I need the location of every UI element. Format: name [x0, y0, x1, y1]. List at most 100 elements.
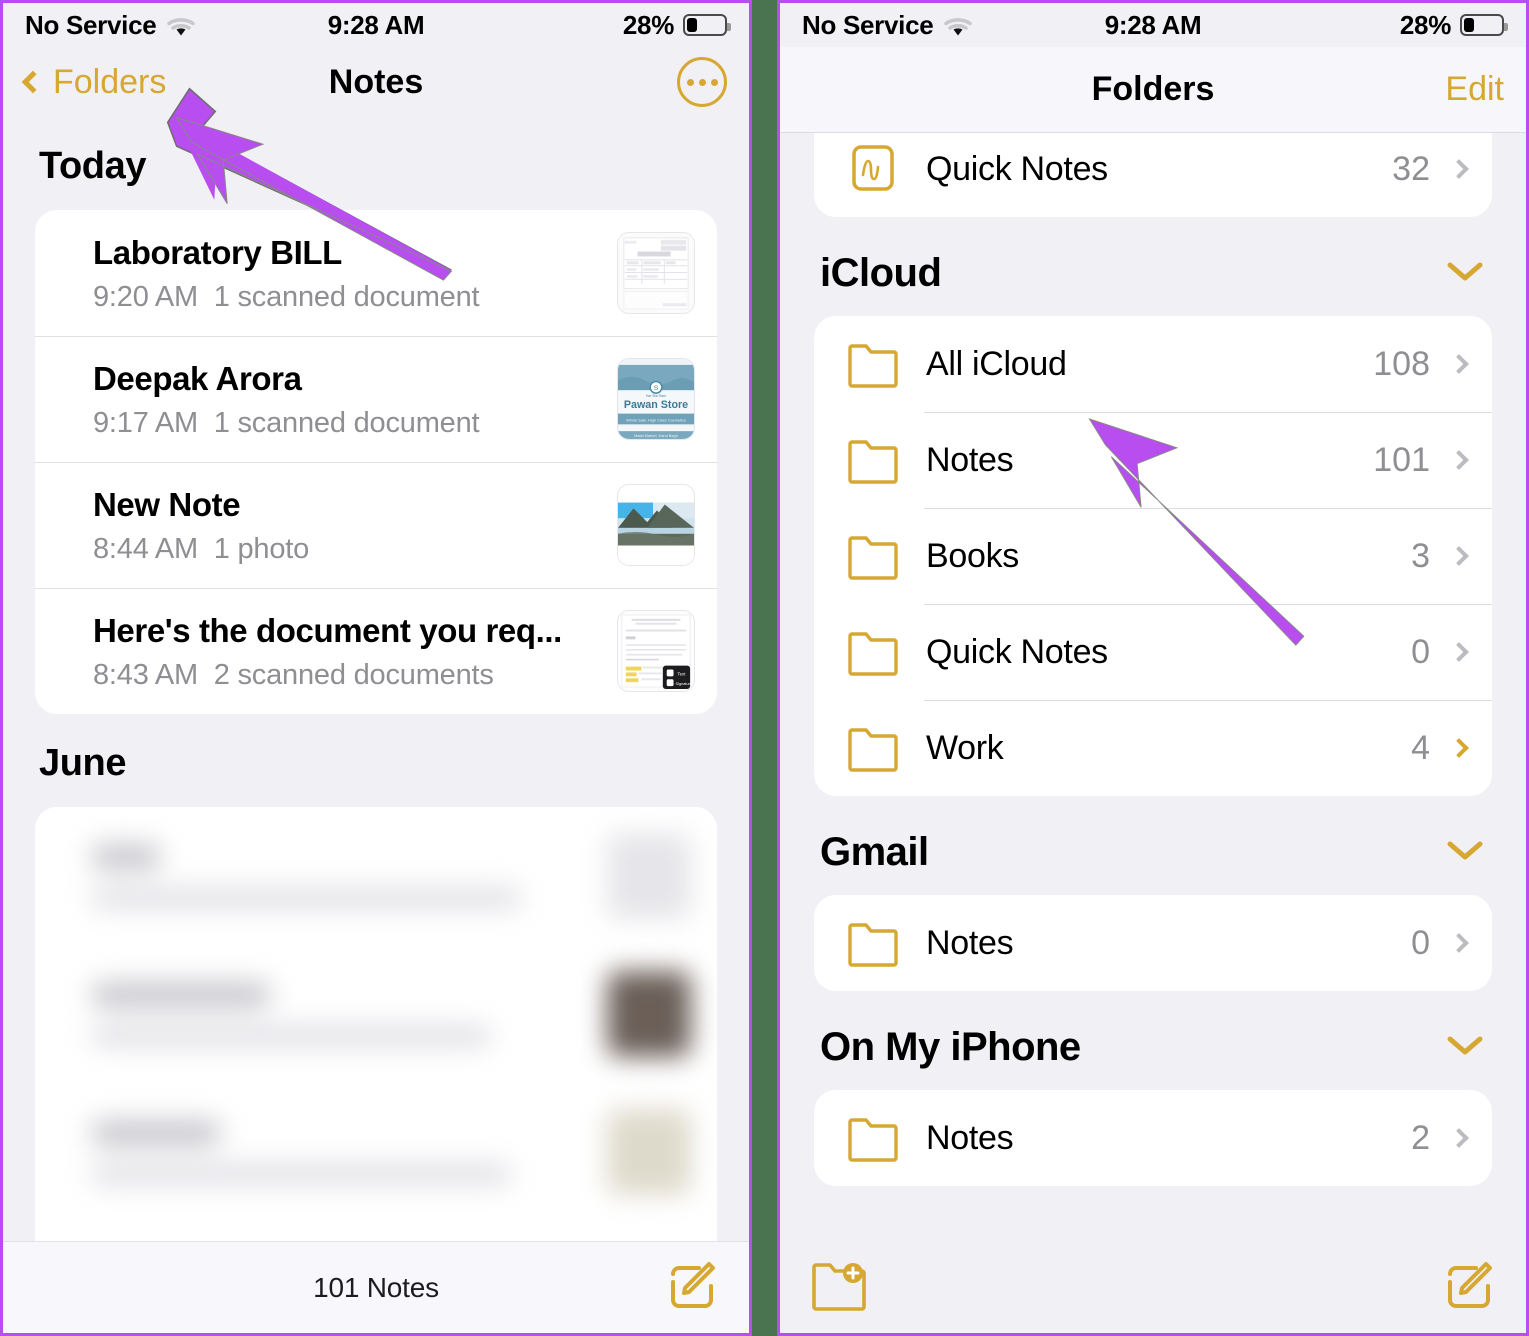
- folder-label: Books: [926, 536, 1019, 575]
- new-folder-icon[interactable]: [810, 1259, 868, 1316]
- folder-icon: [846, 919, 900, 967]
- notes-scroll-area[interactable]: Today Laboratory BILL 9:20 AM 1 scanned …: [3, 117, 749, 1247]
- group-header-gmail[interactable]: Gmail: [780, 796, 1526, 895]
- chevron-right-icon: [1449, 354, 1469, 374]
- chevron-down-icon[interactable]: [1444, 1032, 1486, 1063]
- folder-row-notes[interactable]: Notes 0: [814, 895, 1492, 991]
- folders-card-icloud: All iCloud 108 Notes 101 Books 3 Quick N…: [814, 316, 1492, 796]
- chevron-right-icon: [1449, 546, 1469, 566]
- note-time: 8:43 AM: [93, 658, 198, 691]
- back-to-folders-button[interactable]: Folders: [21, 62, 167, 102]
- note-detail: 1 scanned document: [213, 280, 480, 313]
- compose-note-icon[interactable]: [1442, 1258, 1496, 1317]
- nav-bar-left: Folders Notes: [3, 47, 749, 117]
- folder-count: 2: [1411, 1118, 1430, 1157]
- folder-count: 0: [1411, 923, 1430, 962]
- patient-bill-scan-thumbnail: [617, 232, 695, 314]
- svg-text:Whole Sale: High Class Cosmeti: Whole Sale: High Class Cosmetics: [626, 417, 686, 422]
- svg-text:Signature: Signature: [675, 681, 692, 686]
- chevron-right-icon: [1449, 1128, 1469, 1148]
- folder-count: 32: [1392, 149, 1430, 188]
- group-header-icloud[interactable]: iCloud: [780, 217, 1526, 316]
- wifi-icon: [166, 14, 196, 36]
- note-list-item[interactable]: Laboratory BILL 9:20 AM 1 scanned docume…: [35, 210, 717, 336]
- folder-label: Notes: [926, 923, 1014, 962]
- note-detail: 1 photo: [213, 532, 310, 565]
- notes-card-june[interactable]: 12345: [35, 807, 717, 1247]
- group-header-on-my-iphone[interactable]: On My iPhone: [780, 991, 1526, 1090]
- folders-card-on-my-iphone: Notes 2: [814, 1090, 1492, 1186]
- note-detail: 2 scanned documents: [213, 658, 494, 691]
- quick-notes-card: Quick Notes 32: [814, 133, 1492, 217]
- status-bar-left: No Service 9:28 AM 28%: [3, 3, 749, 47]
- section-header-today: Today: [39, 145, 147, 187]
- battery-percent-label: 28%: [622, 9, 675, 40]
- list-item[interactable]: [35, 945, 717, 1083]
- chevron-left-icon: [21, 70, 45, 94]
- folder-label: All iCloud: [926, 344, 1067, 383]
- folder-label: Notes: [926, 440, 1014, 479]
- status-bar-right: No Service 9:28 AM 28%: [780, 3, 1526, 47]
- chevron-right-icon: [1449, 159, 1469, 179]
- pawan-store-scan-thumbnail: S Har Shri Ram Pawan Store Whole Sale: H…: [617, 358, 695, 440]
- battery-icon: [683, 14, 732, 36]
- group-title: Gmail: [820, 830, 929, 874]
- more-options-icon[interactable]: [677, 57, 727, 107]
- note-title: New Note: [93, 486, 241, 524]
- dual-phone-screenshot: No Service 9:28 AM 28% Folders Notes Tod…: [0, 0, 1529, 1336]
- folder-row-all-icloud[interactable]: All iCloud 108: [814, 316, 1492, 412]
- note-time: 9:17 AM: [93, 406, 198, 439]
- chevron-right-icon: [1449, 738, 1469, 758]
- section-header-june: June: [39, 742, 127, 784]
- page-title: Folders: [1091, 70, 1215, 108]
- note-detail: 1 scanned document: [213, 406, 480, 439]
- folder-row-notes[interactable]: Notes 101: [814, 412, 1492, 508]
- folder-row-work[interactable]: Work 4: [814, 700, 1492, 796]
- list-item[interactable]: [35, 1083, 717, 1221]
- folder-row-notes[interactable]: Notes 2: [814, 1090, 1492, 1186]
- folder-icon: [846, 1114, 900, 1162]
- folder-row-quick-notes[interactable]: Quick Notes 0: [814, 604, 1492, 700]
- chevron-down-icon[interactable]: [1444, 258, 1486, 289]
- svg-text:Pawan Store: Pawan Store: [624, 399, 688, 411]
- battery-icon: [1460, 14, 1509, 36]
- edit-button[interactable]: Edit: [1445, 70, 1504, 109]
- list-item[interactable]: [35, 807, 717, 945]
- mountain-photo-thumbnail: [617, 484, 695, 566]
- note-title: Laboratory BILL: [93, 234, 342, 272]
- folder-label: Work: [926, 728, 1004, 767]
- folder-icon: [846, 436, 900, 484]
- folder-count: 108: [1373, 344, 1430, 383]
- chevron-right-icon: [1449, 450, 1469, 470]
- folder-icon: [846, 340, 900, 388]
- folders-card-gmail: Notes 0: [814, 895, 1492, 991]
- folder-count: 4: [1411, 728, 1430, 767]
- group-title: iCloud: [820, 251, 942, 295]
- note-time: 8:44 AM: [93, 532, 198, 565]
- battery-percent-label: 28%: [1399, 9, 1452, 40]
- left-phone-notes-list: No Service 9:28 AM 28% Folders Notes Tod…: [0, 0, 752, 1336]
- chevron-down-icon[interactable]: [1444, 837, 1486, 868]
- folder-row-quick-notes[interactable]: Quick Notes 32: [814, 133, 1492, 217]
- back-button-label: Folders: [53, 62, 167, 101]
- note-list-item[interactable]: New Note 8:44 AM 1 photo: [35, 462, 717, 588]
- bottom-toolbar-right: [780, 1241, 1526, 1333]
- folder-label: Notes: [926, 1118, 1014, 1157]
- folder-label: Quick Notes: [926, 632, 1108, 671]
- wifi-icon: [943, 14, 973, 36]
- carrier-label: No Service: [802, 9, 934, 40]
- note-list-item[interactable]: Here's the document you req... 8:43 AM 2…: [35, 588, 717, 714]
- folders-scroll-area[interactable]: Quick Notes 32 iCloud All iCloud 108 Not…: [780, 133, 1526, 1247]
- notes-card-today: Laboratory BILL 9:20 AM 1 scanned docume…: [35, 210, 717, 714]
- note-list-item[interactable]: Deepak Arora 9:17 AM 1 scanned document …: [35, 336, 717, 462]
- folder-icon: [846, 724, 900, 772]
- signature-document-scan-thumbnail: Text Signature: [617, 610, 695, 692]
- folder-row-books[interactable]: Books 3: [814, 508, 1492, 604]
- panel-divider: [752, 0, 777, 1336]
- svg-text:Matia Market, Karol Bagh: Matia Market, Karol Bagh: [634, 433, 678, 438]
- quick-notes-icon: [846, 145, 900, 193]
- folder-label: Quick Notes: [926, 149, 1108, 188]
- notes-count-label: 101 Notes: [313, 1271, 439, 1303]
- bottom-toolbar-left: 101 Notes: [3, 1241, 749, 1333]
- compose-note-icon[interactable]: [665, 1258, 719, 1317]
